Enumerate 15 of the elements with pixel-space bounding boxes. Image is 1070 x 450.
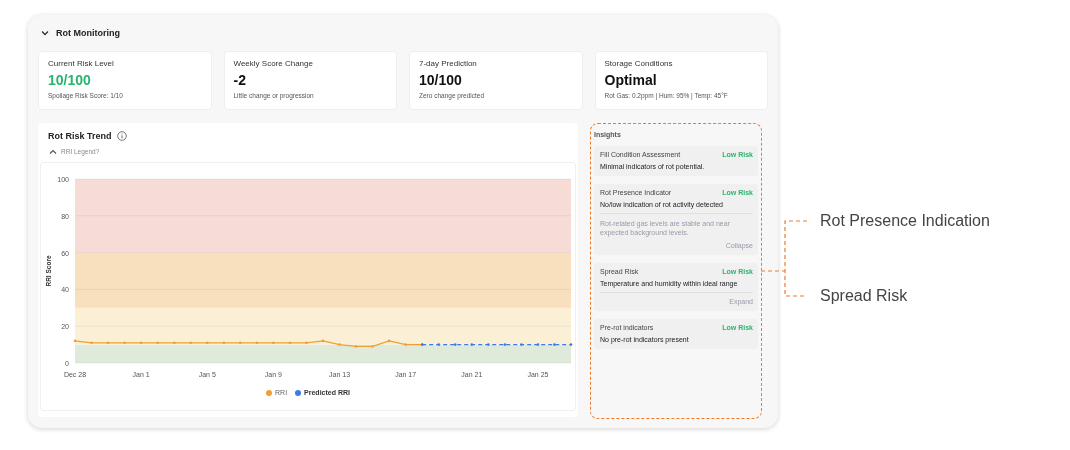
- info-icon[interactable]: [116, 131, 127, 141]
- chevron-down-icon[interactable]: [41, 30, 49, 36]
- callout-label: Spread Risk: [820, 287, 908, 305]
- metric-value: Optimal: [604, 72, 658, 88]
- metric-label: Current Risk Level: [48, 59, 115, 68]
- metric-value: 10/100: [48, 72, 92, 88]
- caret-up-icon: [49, 148, 57, 155]
- metric-label: Weekly Score Change: [233, 59, 314, 68]
- metric-value: 10/100: [419, 72, 463, 88]
- metric-value: -2: [233, 72, 247, 88]
- section-title: Rot Monitoring: [56, 28, 120, 38]
- callout-label: Rot Presence Indication: [820, 212, 990, 230]
- metric-label: Storage Conditions: [604, 59, 674, 68]
- chart-title: Rot Risk Trend: [48, 131, 112, 141]
- metric-label: 7-day Prediction: [419, 59, 478, 68]
